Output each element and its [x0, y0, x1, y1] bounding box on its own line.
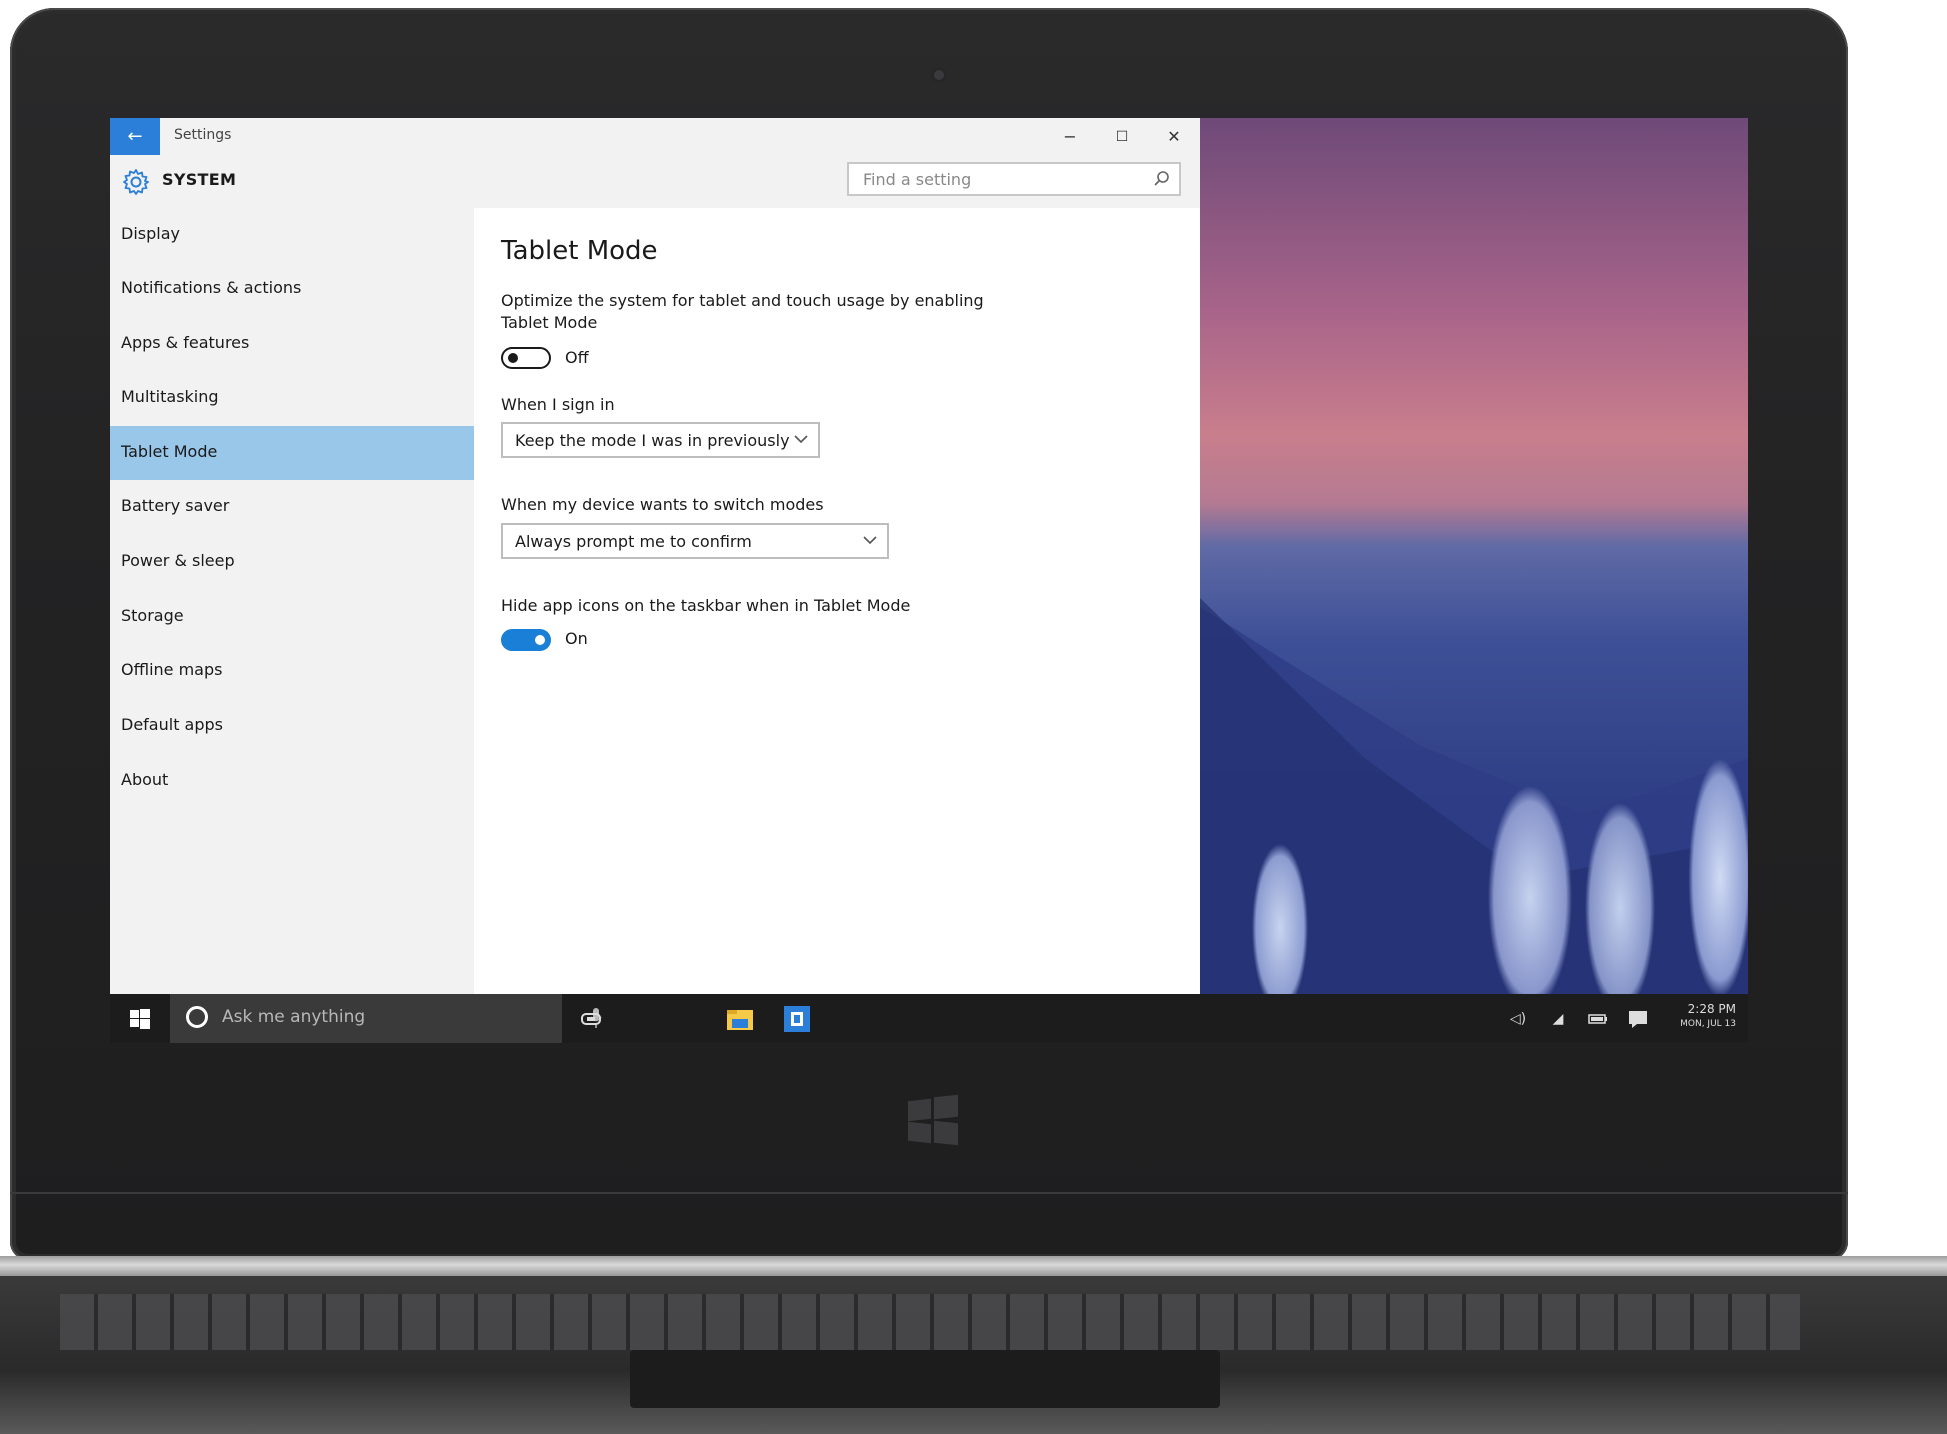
tablet-mode-description: Optimize the system for tablet and touch…	[501, 291, 984, 332]
maximize-icon: ☐	[1115, 128, 1129, 145]
tablet-mode-toggle[interactable]	[501, 347, 551, 369]
signin-label: When I sign in	[501, 395, 615, 414]
sidebar-item-label: Battery saver	[121, 496, 230, 515]
settings-sidebar: Display Notifications & actions Apps & f…	[110, 208, 474, 994]
file-explorer-button[interactable]	[715, 994, 765, 1043]
sidebar-item-label: Apps & features	[121, 333, 250, 352]
speaker-icon: ◁)	[1509, 1010, 1527, 1027]
switch-modes-dropdown[interactable]: Always prompt me to confirm	[501, 523, 889, 559]
keyboard	[60, 1294, 1800, 1350]
action-center-button[interactable]	[1620, 994, 1656, 1043]
sidebar-item-notifications[interactable]: Notifications & actions	[110, 262, 474, 316]
sidebar-item-label: Multitasking	[121, 387, 219, 406]
hide-icons-toggle-state: On	[565, 629, 588, 648]
minimize-button[interactable]: −	[1044, 118, 1096, 155]
battery-icon	[1588, 1013, 1607, 1024]
start-button[interactable]	[110, 994, 170, 1043]
signin-mode-dropdown[interactable]: Keep the mode I was in previously	[501, 422, 820, 458]
photo-stage: ← Settings − ☐ ✕ SYSTEM Find a setting D…	[0, 0, 1947, 1434]
signin-mode-value: Keep the mode I was in previously	[515, 431, 790, 450]
window-title: Settings	[174, 127, 232, 143]
sidebar-item-default-apps[interactable]: Default apps	[110, 699, 474, 753]
windows-start-icon	[130, 1008, 150, 1029]
find-setting-search[interactable]	[847, 162, 1181, 196]
battery-button[interactable]	[1580, 994, 1616, 1043]
toggle-knob	[535, 635, 545, 645]
wallpaper-snowy-trees	[1200, 738, 1748, 994]
taskbar: Ask me anything ◁) ◢ 2:28 PM MON, JUL 13	[110, 994, 1748, 1043]
hide-icons-label: Hide app icons on the taskbar when in Ta…	[501, 596, 911, 615]
cortana-placeholder: Ask me anything	[222, 1007, 366, 1027]
wifi-icon: ◢	[1552, 1010, 1564, 1027]
chevron-down-icon	[794, 435, 808, 444]
search-input[interactable]	[861, 164, 1145, 194]
cortana-icon	[186, 1006, 208, 1028]
task-view-icon	[581, 1012, 601, 1025]
task-view-button[interactable]	[566, 994, 616, 1043]
sidebar-item-label: Tablet Mode	[121, 442, 218, 461]
webcam	[931, 67, 947, 83]
section-title: SYSTEM	[162, 170, 237, 189]
back-button[interactable]: ←	[110, 118, 160, 155]
minimize-icon: −	[1063, 127, 1077, 146]
toggle-knob	[508, 353, 518, 363]
switch-modes-value: Always prompt me to confirm	[515, 532, 752, 551]
sidebar-item-apps-features[interactable]: Apps & features	[110, 317, 474, 371]
tablet-mode-toggle-state: Off	[565, 348, 589, 367]
notification-icon	[1629, 1010, 1647, 1028]
title-bar: ← Settings − ☐ ✕	[110, 118, 1200, 155]
sidebar-item-label: Offline maps	[121, 660, 223, 679]
gear-icon	[123, 169, 149, 195]
store-app-button[interactable]	[772, 994, 822, 1043]
close-icon: ✕	[1167, 127, 1181, 146]
hide-icons-toggle[interactable]	[501, 629, 551, 651]
maximize-button[interactable]: ☐	[1096, 118, 1148, 155]
sidebar-item-offline-maps[interactable]: Offline maps	[110, 644, 474, 698]
chevron-down-icon	[863, 536, 877, 545]
sidebar-item-label: Display	[121, 224, 180, 243]
search-icon	[1154, 171, 1169, 186]
clock-time: 2:28 PM	[1687, 1002, 1736, 1016]
sidebar-item-about[interactable]: About	[110, 754, 474, 808]
laptop-screen: ← Settings − ☐ ✕ SYSTEM Find a setting D…	[110, 118, 1748, 1043]
store-icon	[784, 1005, 810, 1032]
bezel-divider	[10, 1192, 1848, 1194]
taskbar-clock[interactable]: 2:28 PM MON, JUL 13	[1670, 1002, 1736, 1032]
laptop-hinge	[0, 1256, 1947, 1278]
trackpad	[630, 1350, 1220, 1408]
settings-window: ← Settings − ☐ ✕ SYSTEM Find a setting D…	[110, 118, 1200, 994]
sidebar-item-label: Default apps	[121, 715, 223, 734]
switch-modes-label: When my device wants to switch modes	[501, 495, 824, 514]
sidebar-item-power-sleep[interactable]: Power & sleep	[110, 535, 474, 589]
sidebar-item-tablet-mode[interactable]: Tablet Mode	[110, 426, 474, 480]
sidebar-item-storage[interactable]: Storage	[110, 590, 474, 644]
cortana-search-box[interactable]: Ask me anything	[170, 994, 602, 1043]
back-arrow-icon: ←	[127, 126, 143, 147]
volume-button[interactable]: ◁)	[1500, 994, 1536, 1043]
sidebar-item-multitasking[interactable]: Multitasking	[110, 371, 474, 425]
sidebar-item-label: Notifications & actions	[121, 278, 302, 297]
settings-header: SYSTEM	[110, 155, 1200, 208]
clock-date: MON, JUL 13	[1680, 1019, 1736, 1029]
sidebar-item-label: Power & sleep	[121, 551, 235, 570]
close-button[interactable]: ✕	[1148, 118, 1200, 155]
settings-content: Tablet Mode Optimize the system for tabl…	[474, 208, 1200, 994]
sidebar-item-display[interactable]: Display	[110, 208, 474, 262]
sidebar-item-label: About	[121, 770, 169, 789]
sidebar-item-battery-saver[interactable]: Battery saver	[110, 480, 474, 534]
windows-logo-bezel	[908, 1094, 958, 1146]
page-title: Tablet Mode	[501, 236, 658, 266]
wifi-button[interactable]: ◢	[1540, 994, 1576, 1043]
sidebar-item-label: Storage	[121, 606, 184, 625]
folder-icon	[727, 1009, 753, 1030]
